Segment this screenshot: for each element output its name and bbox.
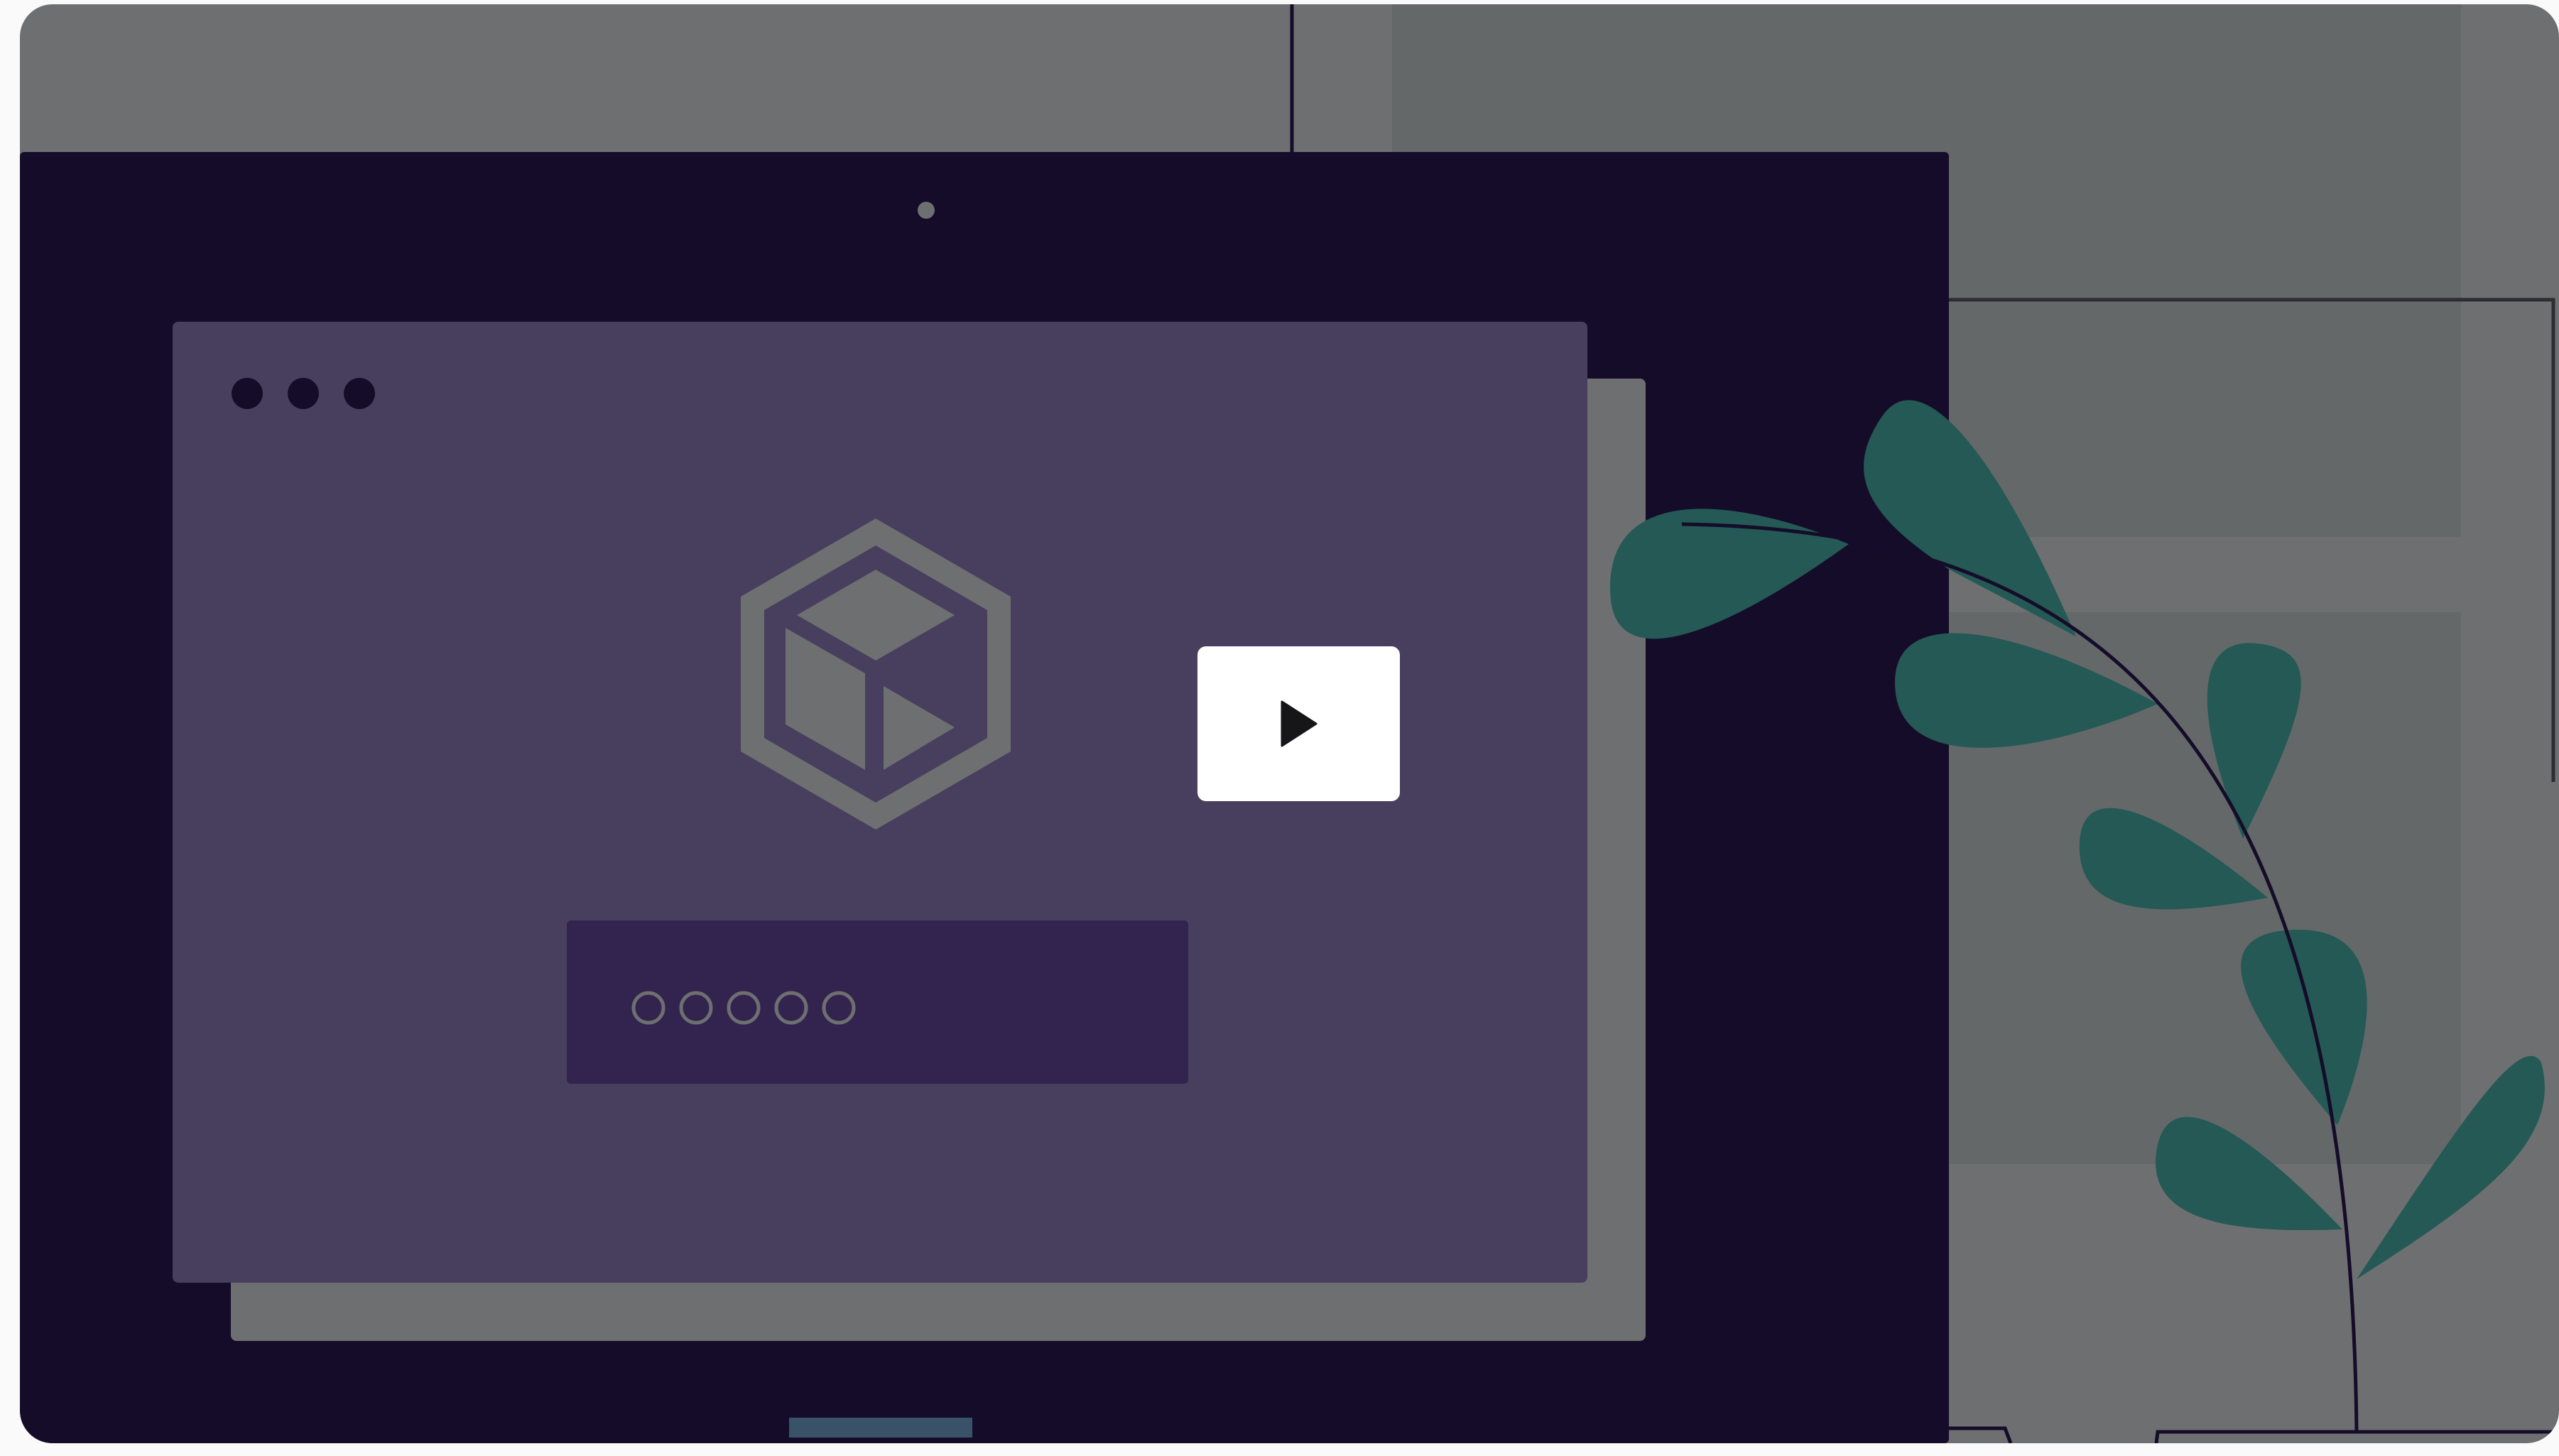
monitor-camera-icon [918,202,935,219]
window-controls [232,378,375,409]
play-icon [1281,700,1317,747]
monitor-stand-accent [789,1418,972,1438]
video-thumbnail[interactable] [20,4,2559,1443]
play-button[interactable] [1197,646,1400,801]
window-dot-icon [344,378,375,409]
window-dot-icon [232,378,263,409]
password-field[interactable] [567,920,1188,1084]
window-dot-icon [288,378,319,409]
